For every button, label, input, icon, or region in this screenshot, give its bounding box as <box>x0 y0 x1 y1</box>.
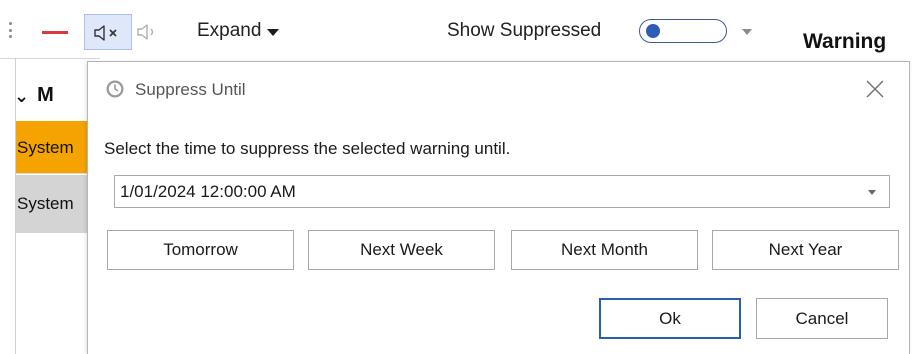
sound-button[interactable] <box>136 23 160 46</box>
mute-icon <box>94 25 117 41</box>
instruction-text: Select the time to suppress the selected… <box>104 139 511 158</box>
date-time-value: 1/01/2024 12:00:00 AM <box>120 182 296 201</box>
expand-button[interactable]: Expand <box>197 18 280 44</box>
remove-icon[interactable] <box>42 31 68 34</box>
group-header[interactable]: ⌄ M <box>14 84 54 107</box>
warnings-panel-title: Warning <box>803 30 887 53</box>
next-week-button[interactable]: Next Week <box>308 230 495 270</box>
next-month-button[interactable]: Next Month <box>511 230 698 270</box>
tomorrow-button[interactable]: Tomorrow <box>107 230 294 270</box>
close-icon[interactable] <box>866 80 884 98</box>
expand-label: Expand <box>197 20 262 41</box>
clock-icon <box>106 80 124 98</box>
ok-button[interactable]: Ok <box>599 298 741 339</box>
chevron-down-icon[interactable]: ⌄ <box>14 87 29 105</box>
dialog-title: Suppress Until <box>135 80 246 99</box>
dialog-title-bar: Suppress Until <box>88 62 909 116</box>
toolbar: Expand Show Suppressed Warning <box>0 0 912 58</box>
sound-icon <box>137 24 154 40</box>
dropdown-arrow-icon[interactable] <box>868 190 876 195</box>
grip-icon[interactable] <box>9 22 12 38</box>
show-suppressed-label: Show Suppressed <box>447 20 602 41</box>
group-header-label: M <box>37 84 54 106</box>
cancel-button[interactable]: Cancel <box>756 298 888 339</box>
show-suppressed-toggle[interactable] <box>639 19 727 43</box>
chevron-down-icon <box>267 28 280 36</box>
toggle-knob <box>646 24 660 38</box>
next-year-button[interactable]: Next Year <box>712 230 899 270</box>
dropdown-arrow-icon[interactable] <box>742 29 752 35</box>
mute-button[interactable] <box>84 14 132 50</box>
date-time-select[interactable]: 1/01/2024 12:00:00 AM <box>114 175 890 208</box>
suppress-until-dialog: Suppress Until Select the time to suppre… <box>87 61 910 354</box>
